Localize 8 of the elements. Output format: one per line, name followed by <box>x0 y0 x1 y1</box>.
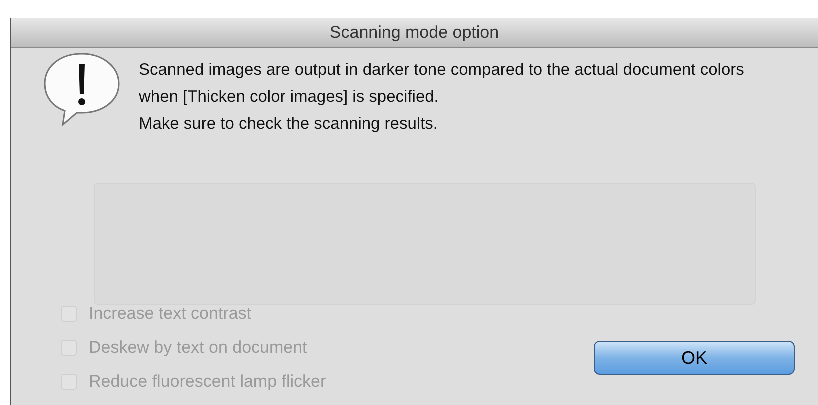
faded-option-label: Deskew by text on document <box>89 337 308 359</box>
alert-icon <box>43 52 121 126</box>
faded-option-label: Increase text contrast <box>89 303 252 325</box>
message-text: Make sure to check the scanning results. <box>139 114 439 135</box>
window-title: Scanning mode option <box>11 18 818 48</box>
faded-option-label: Reduce fluorescent lamp flicker <box>89 371 326 393</box>
message-text: Scanned images are output in darker tone compared to the actual document colors when [Thicken color images] is specified. <box>139 60 746 108</box>
ok-button[interactable]: OK <box>594 341 795 375</box>
